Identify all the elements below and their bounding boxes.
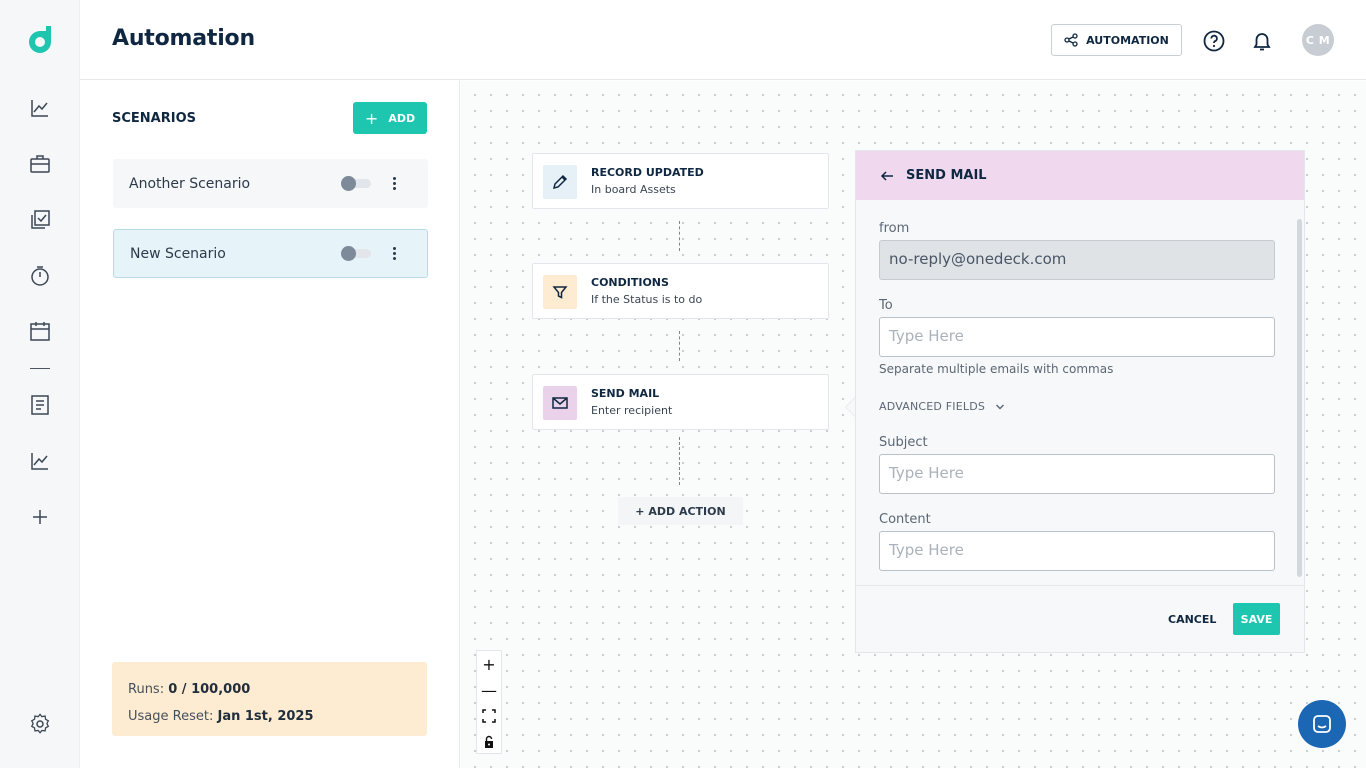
add-icon[interactable]	[29, 506, 51, 528]
conditions-node[interactable]: CONDITIONS If the Status is to do	[532, 263, 829, 319]
node-subtitle: In board Assets	[591, 183, 676, 196]
chat-launcher-icon[interactable]	[1298, 700, 1346, 748]
notification-bell-icon[interactable]	[1250, 29, 1274, 53]
send-mail-drawer: SEND MAIL from no-reply@onedeck.com To T…	[855, 150, 1305, 653]
rail-divider	[30, 368, 50, 369]
node-connector	[679, 437, 680, 485]
scenarios-panel: SCENARIOS + ADD Another Scenario New Sce…	[80, 81, 460, 768]
node-title: RECORD UPDATED	[591, 166, 704, 179]
from-field: no-reply@onedeck.com	[879, 240, 1275, 280]
node-connector	[679, 221, 680, 251]
automation-button-label: AUTOMATION	[1086, 33, 1169, 47]
usage-reset-label: Usage Reset:	[128, 709, 214, 724]
share-nodes-icon	[1064, 33, 1078, 47]
advanced-fields-toggle[interactable]: ADVANCED FIELDS	[879, 400, 1005, 413]
zoom-controls: + —	[476, 650, 502, 754]
chevron-down-icon	[996, 404, 1005, 409]
left-nav-rail	[0, 0, 80, 768]
scenario-toggle[interactable]	[341, 176, 371, 191]
scenario-toggle[interactable]	[341, 246, 371, 261]
filter-icon	[543, 275, 577, 309]
flow-canvas[interactable]: RECORD UPDATED In board Assets CONDITION…	[461, 81, 1366, 768]
node-title: SEND MAIL	[591, 387, 660, 400]
add-button-label: ADD	[388, 111, 416, 125]
subject-field[interactable]: Type Here	[879, 454, 1275, 494]
content-field[interactable]: Type Here	[879, 531, 1275, 571]
drawer-title: SEND MAIL	[906, 168, 987, 183]
document-icon[interactable]	[29, 394, 51, 416]
node-connector	[679, 331, 680, 361]
fit-view-icon[interactable]	[477, 703, 501, 729]
more-options-icon[interactable]	[389, 244, 399, 262]
automation-button[interactable]: AUTOMATION	[1051, 24, 1182, 56]
back-arrow-icon[interactable]	[880, 169, 894, 183]
node-subtitle: If the Status is to do	[591, 293, 703, 306]
to-label: To	[879, 298, 893, 313]
tasks-icon[interactable]	[29, 209, 51, 231]
usage-box: Runs: 0 / 100,000 Usage Reset: Jan 1st, …	[112, 662, 427, 736]
analytics-icon[interactable]	[29, 97, 51, 119]
node-subtitle: Enter recipient	[591, 404, 673, 417]
scenario-name: Another Scenario	[129, 175, 251, 192]
add-scenario-button[interactable]: + ADD	[353, 102, 427, 134]
logo-icon[interactable]	[25, 24, 55, 56]
briefcase-icon[interactable]	[29, 153, 51, 175]
node-title: CONDITIONS	[591, 276, 669, 289]
plus-icon: +	[364, 108, 379, 128]
pencil-icon	[543, 165, 577, 199]
zoom-out-button[interactable]: —	[477, 677, 501, 703]
drawer-footer-divider	[856, 585, 1304, 586]
from-label: from	[879, 221, 910, 236]
drawer-scrollbar[interactable]	[1297, 219, 1302, 577]
top-header: Automation AUTOMATION C M	[80, 0, 1366, 80]
cancel-button[interactable]: CANCEL	[1168, 613, 1216, 626]
to-field[interactable]: Type Here	[879, 317, 1275, 357]
drawer-header: SEND MAIL	[856, 151, 1304, 200]
settings-icon[interactable]	[29, 713, 51, 735]
scenarios-title: SCENARIOS	[112, 111, 196, 126]
calendar-icon[interactable]	[29, 320, 51, 342]
trigger-node[interactable]: RECORD UPDATED In board Assets	[532, 153, 829, 209]
to-hint: Separate multiple emails with commas	[879, 362, 1114, 376]
send-mail-node[interactable]: SEND MAIL Enter recipient	[532, 374, 829, 430]
subject-label: Subject	[879, 435, 928, 450]
mail-icon	[543, 386, 577, 420]
add-action-button[interactable]: + ADD ACTION	[618, 497, 743, 525]
timer-icon[interactable]	[29, 265, 51, 287]
runs-label: Runs:	[128, 682, 165, 697]
help-icon[interactable]	[1202, 29, 1226, 53]
advanced-fields-label: ADVANCED FIELDS	[879, 400, 986, 413]
scenario-name: New Scenario	[130, 245, 226, 262]
content-label: Content	[879, 512, 931, 527]
save-button[interactable]: SAVE	[1233, 603, 1280, 635]
scenario-item-selected[interactable]: New Scenario	[113, 229, 428, 278]
usage-reset-value: Jan 1st, 2025	[217, 709, 314, 724]
more-options-icon[interactable]	[389, 174, 399, 192]
scenario-item[interactable]: Another Scenario	[113, 159, 428, 208]
runs-value: 0 / 100,000	[168, 682, 251, 697]
zoom-in-button[interactable]: +	[477, 651, 501, 677]
avatar[interactable]: C M	[1302, 24, 1334, 56]
lock-icon[interactable]	[477, 729, 501, 755]
chart-icon[interactable]	[29, 450, 51, 472]
page-title: Automation	[112, 26, 255, 51]
